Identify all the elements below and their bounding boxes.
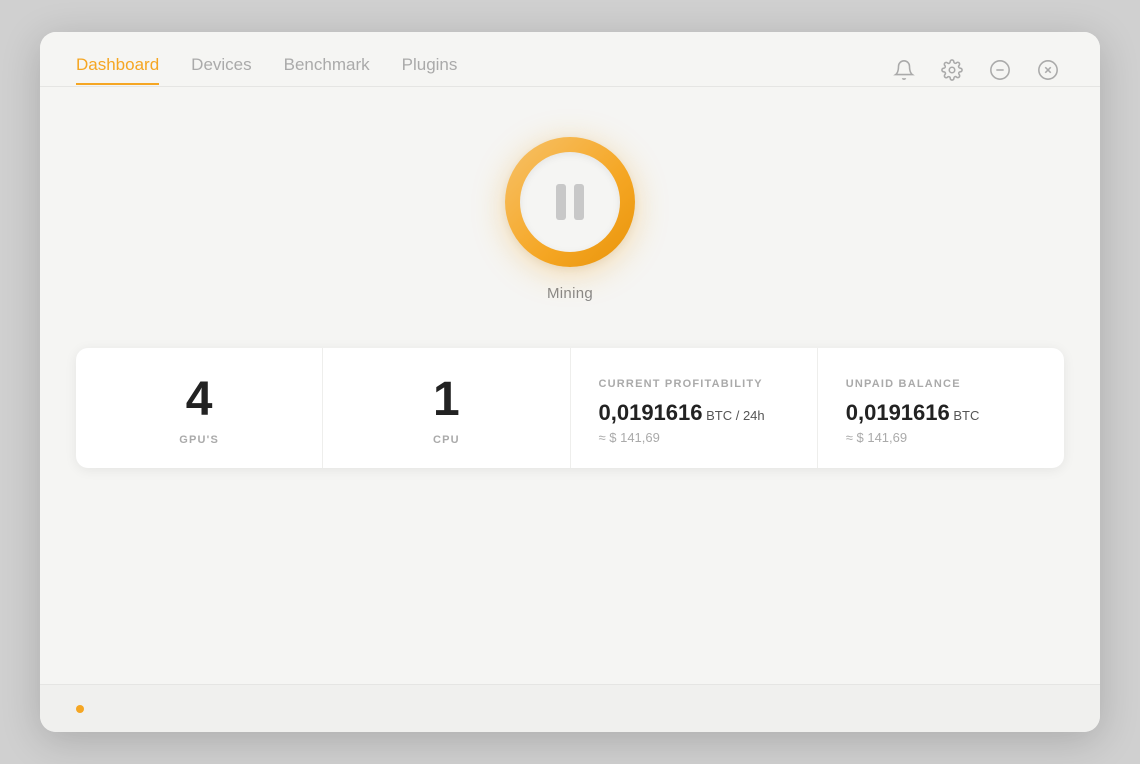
balance-header: UNPAID BALANCE [846, 378, 961, 390]
balance-number: 0,0191616 [846, 400, 950, 425]
mining-button-inner [520, 152, 620, 252]
minimize-button[interactable] [984, 54, 1016, 86]
mining-section: Mining [505, 137, 635, 302]
tab-devices[interactable]: Devices [191, 55, 251, 85]
nav-tabs: Dashboard Devices Benchmark Plugins [76, 55, 457, 85]
mining-status-label: Mining [547, 285, 593, 302]
main-content: Mining 4 GPU'S 1 CPU CURRENT PROFITABILI… [40, 87, 1100, 684]
close-button[interactable] [1032, 54, 1064, 86]
profitability-value: 0,0191616 BTC / 24h [599, 400, 765, 426]
pause-bar-left [556, 184, 566, 220]
bottom-strip [40, 684, 1100, 732]
app-window: Dashboard Devices Benchmark Plugins [40, 32, 1100, 732]
gpus-label: GPU'S [179, 434, 219, 446]
cpu-label: CPU [433, 434, 460, 446]
tab-dashboard[interactable]: Dashboard [76, 55, 159, 85]
profitability-number: 0,0191616 [599, 400, 703, 425]
settings-button[interactable] [936, 54, 968, 86]
cpu-value: 1 [433, 376, 460, 424]
stat-card-profitability: CURRENT PROFITABILITY 0,0191616 BTC / 24… [571, 348, 818, 468]
notifications-button[interactable] [888, 54, 920, 86]
profitability-header: CURRENT PROFITABILITY [599, 378, 763, 390]
minus-circle-icon [989, 59, 1011, 81]
pause-icon [556, 184, 584, 220]
balance-unit: BTC [950, 408, 980, 423]
pause-bar-right [574, 184, 584, 220]
bell-icon [893, 59, 915, 81]
stats-row: 4 GPU'S 1 CPU CURRENT PROFITABILITY 0,01… [76, 348, 1064, 468]
balance-value: 0,0191616 BTC [846, 400, 980, 426]
profitability-sub: ≈ $ 141,69 [599, 430, 660, 445]
tab-plugins[interactable]: Plugins [402, 55, 458, 85]
gpus-value: 4 [186, 376, 213, 424]
mining-button[interactable] [505, 137, 635, 267]
stat-card-balance: UNPAID BALANCE 0,0191616 BTC ≈ $ 141,69 [818, 348, 1064, 468]
stat-card-gpus: 4 GPU'S [76, 348, 323, 468]
bottom-strip-indicator [76, 705, 84, 713]
close-circle-icon [1037, 59, 1059, 81]
profitability-unit: BTC / 24h [703, 408, 765, 423]
tab-benchmark[interactable]: Benchmark [284, 55, 370, 85]
stat-card-cpu: 1 CPU [323, 348, 570, 468]
balance-sub: ≈ $ 141,69 [846, 430, 907, 445]
gear-icon [941, 59, 963, 81]
nav-bar: Dashboard Devices Benchmark Plugins [40, 32, 1100, 86]
nav-actions [888, 54, 1064, 86]
